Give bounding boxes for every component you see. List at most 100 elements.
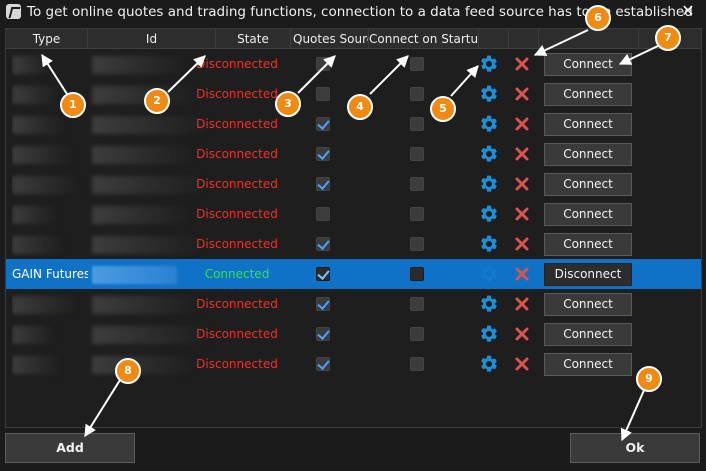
connect-on-startup-checkbox[interactable] xyxy=(410,357,424,371)
connect-button[interactable]: Connect xyxy=(544,113,632,136)
connect-on-startup-checkbox[interactable] xyxy=(410,117,424,131)
delete-icon[interactable] xyxy=(514,146,530,162)
connections-grid: Type Id State Quotes Source Connect on S… xyxy=(5,28,702,428)
redacted-type xyxy=(12,355,62,374)
connect-on-startup-checkbox[interactable] xyxy=(410,87,424,101)
gear-icon[interactable] xyxy=(479,294,499,314)
window-title: To get online quotes and trading functio… xyxy=(27,4,693,20)
quotes-source-checkbox[interactable] xyxy=(316,147,330,161)
gear-icon[interactable] xyxy=(479,234,499,254)
delete-icon[interactable] xyxy=(514,296,530,312)
connect-on-startup-checkbox[interactable] xyxy=(410,267,424,281)
gear-icon[interactable] xyxy=(479,84,499,104)
add-button[interactable]: Add xyxy=(5,433,135,463)
type-cell xyxy=(12,139,88,169)
connect-on-startup-checkbox[interactable] xyxy=(410,297,424,311)
table-row[interactable]: Disconnected Connect xyxy=(6,139,701,169)
table-row[interactable]: Disconnected Connect xyxy=(6,199,701,229)
gear-icon[interactable] xyxy=(479,144,499,164)
ok-button[interactable]: Ok xyxy=(570,433,700,463)
redacted-id xyxy=(92,85,198,104)
connect-on-startup-checkbox[interactable] xyxy=(410,177,424,191)
table-row[interactable]: GAIN Futures Connected Disconnect xyxy=(6,259,701,289)
table-row[interactable]: Disconnected Connect xyxy=(6,289,701,319)
state-label: Disconnected xyxy=(196,57,278,71)
type-cell: GAIN Futures xyxy=(12,259,88,289)
gear-icon[interactable] xyxy=(479,204,499,224)
connect-on-startup-checkbox[interactable] xyxy=(410,147,424,161)
quotes-source-checkbox[interactable] xyxy=(316,207,330,221)
delete-icon[interactable] xyxy=(514,266,530,282)
disconnect-button[interactable]: Disconnect xyxy=(544,263,632,286)
column-header-quotes-source[interactable]: Quotes Source xyxy=(291,29,369,49)
quotes-source-checkbox[interactable] xyxy=(316,267,330,281)
table-row[interactable]: Disconnected Connect xyxy=(6,319,701,349)
quotes-source-checkbox[interactable] xyxy=(316,237,330,251)
type-cell xyxy=(12,229,88,259)
delete-icon[interactable] xyxy=(514,176,530,192)
connect-on-startup-checkbox[interactable] xyxy=(410,207,424,221)
table-row[interactable]: Disconnected Connect xyxy=(6,229,701,259)
delete-icon[interactable] xyxy=(514,86,530,102)
connect-button[interactable]: Connect xyxy=(544,53,632,76)
quotes-source-checkbox[interactable] xyxy=(316,327,330,341)
table-row[interactable]: Disconnected Connect xyxy=(6,49,701,79)
gear-icon[interactable] xyxy=(479,114,499,134)
column-header-state[interactable]: State xyxy=(216,29,291,49)
redacted-type xyxy=(12,55,52,74)
type-cell xyxy=(12,109,88,139)
redacted-type xyxy=(12,175,80,194)
connect-button[interactable]: Connect xyxy=(544,233,632,256)
redacted-type xyxy=(12,205,57,224)
delete-icon[interactable] xyxy=(514,116,530,132)
table-row[interactable]: Disconnected Connect xyxy=(6,79,701,109)
type-cell xyxy=(12,49,88,79)
quotes-source-checkbox[interactable] xyxy=(316,357,330,371)
gear-icon[interactable] xyxy=(479,54,499,74)
connect-button[interactable]: Connect xyxy=(544,173,632,196)
state-label: Disconnected xyxy=(196,207,278,221)
quotes-source-checkbox[interactable] xyxy=(316,57,330,71)
connect-on-startup-checkbox[interactable] xyxy=(410,57,424,71)
title-bar: To get online quotes and trading functio… xyxy=(0,0,706,25)
connect-button[interactable]: Connect xyxy=(544,293,632,316)
connect-button[interactable]: Connect xyxy=(544,83,632,106)
delete-icon[interactable] xyxy=(514,56,530,72)
quotes-source-checkbox[interactable] xyxy=(316,177,330,191)
column-header-id[interactable]: Id xyxy=(88,29,216,49)
gear-icon[interactable] xyxy=(479,354,499,374)
gear-icon[interactable] xyxy=(479,174,499,194)
type-cell xyxy=(12,169,88,199)
table-row[interactable]: Disconnected Connect xyxy=(6,109,701,139)
close-icon[interactable]: ✕ xyxy=(680,1,696,21)
table-row[interactable]: Disconnected Connect xyxy=(6,349,701,379)
delete-icon[interactable] xyxy=(514,326,530,342)
table-row[interactable]: Disconnected Connect xyxy=(6,169,701,199)
gear-icon[interactable] xyxy=(479,264,499,284)
redacted-id xyxy=(92,145,195,164)
redacted-id xyxy=(92,205,192,224)
type-cell xyxy=(12,199,88,229)
connect-button[interactable]: Connect xyxy=(544,203,632,226)
gear-icon[interactable] xyxy=(479,324,499,344)
redacted-id xyxy=(92,55,187,74)
redacted-type xyxy=(12,85,59,104)
redacted-id xyxy=(92,265,177,284)
delete-icon[interactable] xyxy=(514,236,530,252)
connect-on-startup-checkbox[interactable] xyxy=(410,327,424,341)
redacted-id xyxy=(92,115,209,134)
type-label: GAIN Futures xyxy=(12,267,88,281)
connect-on-startup-checkbox[interactable] xyxy=(410,237,424,251)
quotes-source-checkbox[interactable] xyxy=(316,87,330,101)
quotes-source-checkbox[interactable] xyxy=(316,297,330,311)
state-label: Disconnected xyxy=(196,297,278,311)
connect-button[interactable]: Connect xyxy=(544,323,632,346)
redacted-id xyxy=(92,295,200,314)
quotes-source-checkbox[interactable] xyxy=(316,117,330,131)
delete-icon[interactable] xyxy=(514,356,530,372)
connect-button[interactable]: Connect xyxy=(544,353,632,376)
connect-button[interactable]: Connect xyxy=(544,143,632,166)
column-header-connect-on-startup[interactable]: Connect on Startup xyxy=(369,29,479,49)
column-header-type[interactable]: Type xyxy=(6,29,88,49)
delete-icon[interactable] xyxy=(514,206,530,222)
